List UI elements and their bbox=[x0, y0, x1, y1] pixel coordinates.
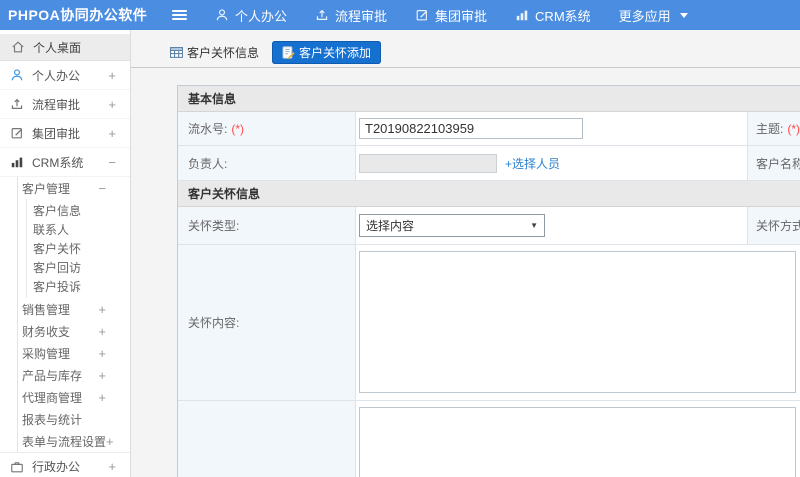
menu-item-more-apps[interactable]: 更多应用 bbox=[619, 6, 688, 25]
care-content-label: 关怀内容: bbox=[178, 245, 356, 400]
sidebar-item-agent-mgmt[interactable]: 代理商管理 + bbox=[18, 386, 130, 408]
care-content-row: 关怀内容: bbox=[178, 245, 800, 401]
care-extra-label bbox=[178, 401, 356, 477]
menu-item-process-approval[interactable]: 流程审批 bbox=[315, 6, 387, 25]
sidebar-item-customer-complaint[interactable]: 客户投诉 bbox=[27, 277, 130, 296]
sidebar-item-customer-mgmt[interactable]: 客户管理 − bbox=[18, 177, 130, 199]
section-header-basic-info: 基本信息 bbox=[178, 86, 800, 112]
sidebar-item-group-approval[interactable]: 集团审批 + bbox=[0, 119, 130, 148]
required-mark: (*) bbox=[231, 121, 245, 136]
serial-input[interactable] bbox=[359, 118, 583, 139]
edit-square-icon bbox=[416, 10, 428, 21]
bar-chart-icon bbox=[516, 10, 528, 21]
bar-chart-icon bbox=[11, 157, 23, 168]
owner-label: 负责人: bbox=[178, 146, 356, 180]
upload-icon bbox=[11, 98, 23, 109]
expand-toggle[interactable]: + bbox=[108, 68, 116, 83]
collapse-toggle[interactable]: − bbox=[98, 181, 106, 196]
sidebar-item-finance[interactable]: 财务收支 + bbox=[18, 320, 130, 342]
menu-item-group-approval[interactable]: 集团审批 bbox=[415, 6, 487, 25]
sidebar-item-crm[interactable]: CRM系统 − bbox=[0, 148, 130, 177]
form-add-icon bbox=[282, 46, 295, 59]
owner-input[interactable] bbox=[359, 153, 497, 173]
user-icon bbox=[216, 9, 228, 21]
home-icon bbox=[12, 41, 24, 53]
subject-label: 主题: (*) bbox=[748, 112, 800, 145]
sidebar-item-customer-care[interactable]: 客户关怀 bbox=[27, 239, 130, 258]
sidebar-item-customer-info[interactable]: 客户信息 bbox=[27, 201, 130, 220]
expand-toggle[interactable]: + bbox=[108, 97, 116, 112]
select-arrow-icon: ▼ bbox=[530, 221, 538, 230]
care-method-label: 关怀方式: bbox=[748, 207, 800, 244]
edit-square-icon bbox=[11, 128, 23, 139]
required-mark: (*) bbox=[787, 121, 800, 136]
expand-toggle[interactable]: + bbox=[98, 324, 106, 339]
customer-name-label: 客户名称:( bbox=[748, 146, 800, 180]
care-add-form: 基本信息 流水号:(*) 主题:(*) 负责人: +选择人员 bbox=[177, 85, 800, 477]
sidebar-item-personal-office[interactable]: 个人办公 + bbox=[0, 61, 130, 90]
care-extra-textarea[interactable] bbox=[359, 407, 796, 477]
choose-person-link[interactable]: +选择人员 bbox=[505, 155, 560, 172]
sidebar-item-form-flow-settings[interactable]: 表单与流程设置 + bbox=[18, 430, 130, 452]
expand-toggle[interactable]: + bbox=[108, 459, 116, 474]
expand-toggle[interactable]: + bbox=[98, 302, 106, 317]
sidebar-item-contacts[interactable]: 联系人 bbox=[27, 220, 130, 239]
care-type-row: 关怀类型: 选择内容 ▼ 关怀方式: bbox=[178, 207, 800, 245]
main-menu: 个人办公 流程审批 集团审批 CRM系统 更多应用 bbox=[215, 6, 688, 25]
tab-bar: 客户关怀信息 客户关怀添加 bbox=[131, 30, 800, 68]
top-navbar: PHPOA协同办公软件 个人办公 流程审批 集团审批 CRM系统 更多应用 bbox=[0, 0, 800, 30]
care-extra-row bbox=[178, 401, 800, 477]
care-content-textarea[interactable] bbox=[359, 251, 796, 393]
customer-mgmt-submenu: 客户信息 联系人 客户关怀 客户回访 客户投诉 bbox=[26, 199, 130, 298]
sidebar-item-desktop[interactable]: 个人桌面 bbox=[0, 34, 130, 61]
sidebar-item-reports[interactable]: 报表与统计 bbox=[18, 408, 130, 430]
sidebar-item-process-approval[interactable]: 流程审批 + bbox=[0, 90, 130, 119]
upload-icon bbox=[316, 9, 328, 20]
brand-title: PHPOA协同办公软件 bbox=[8, 7, 148, 23]
sidebar-item-purchase[interactable]: 采购管理 + bbox=[18, 342, 130, 364]
sidebar-item-sales-mgmt[interactable]: 销售管理 + bbox=[18, 298, 130, 320]
user-icon bbox=[11, 69, 23, 81]
section-header-care-info: 客户关怀信息 bbox=[178, 181, 800, 207]
sidebar-item-product-inventory[interactable]: 产品与库存 + bbox=[18, 364, 130, 386]
sidebar-item-customer-visit[interactable]: 客户回访 bbox=[27, 258, 130, 277]
expand-toggle[interactable]: + bbox=[98, 368, 106, 383]
caret-down-icon bbox=[679, 12, 688, 18]
crm-submenu: 客户管理 − 客户信息 联系人 客户关怀 客户回访 客户投诉 销售管理 + 财务… bbox=[17, 177, 130, 452]
sidebar: 个人桌面 个人办公 + 流程审批 + 集团审批 + CRM系统 − 客户管理 − bbox=[0, 30, 131, 477]
care-type-select[interactable]: 选择内容 ▼ bbox=[359, 214, 545, 237]
owner-row: 负责人: +选择人员 客户名称:( bbox=[178, 146, 800, 181]
menu-icon[interactable] bbox=[168, 4, 191, 26]
expand-toggle[interactable]: + bbox=[98, 346, 106, 361]
care-type-label: 关怀类型: bbox=[178, 207, 356, 244]
expand-toggle[interactable]: + bbox=[106, 434, 114, 449]
table-icon bbox=[170, 47, 183, 58]
serial-row: 流水号:(*) 主题:(*) bbox=[178, 112, 800, 146]
tab-customer-care-add[interactable]: 客户关怀添加 bbox=[272, 41, 382, 64]
expand-toggle[interactable]: + bbox=[98, 390, 106, 405]
serial-label: 流水号: (*) bbox=[178, 112, 356, 145]
app-window: PHPOA协同办公软件 个人办公 流程审批 集团审批 CRM系统 更多应用 个人… bbox=[0, 0, 800, 477]
main-content: 客户关怀信息 客户关怀添加 基本信息 流水号:(*) 主题:(*) bbox=[131, 30, 800, 477]
sidebar-item-admin-office[interactable]: 行政办公 + bbox=[0, 452, 130, 477]
menu-item-personal-office[interactable]: 个人办公 bbox=[215, 6, 287, 25]
tab-customer-care-list[interactable]: 客户关怀信息 bbox=[164, 41, 265, 64]
briefcase-icon bbox=[11, 461, 23, 472]
collapse-toggle[interactable]: − bbox=[108, 155, 116, 170]
expand-toggle[interactable]: + bbox=[108, 126, 116, 141]
menu-item-crm[interactable]: CRM系统 bbox=[515, 6, 591, 25]
